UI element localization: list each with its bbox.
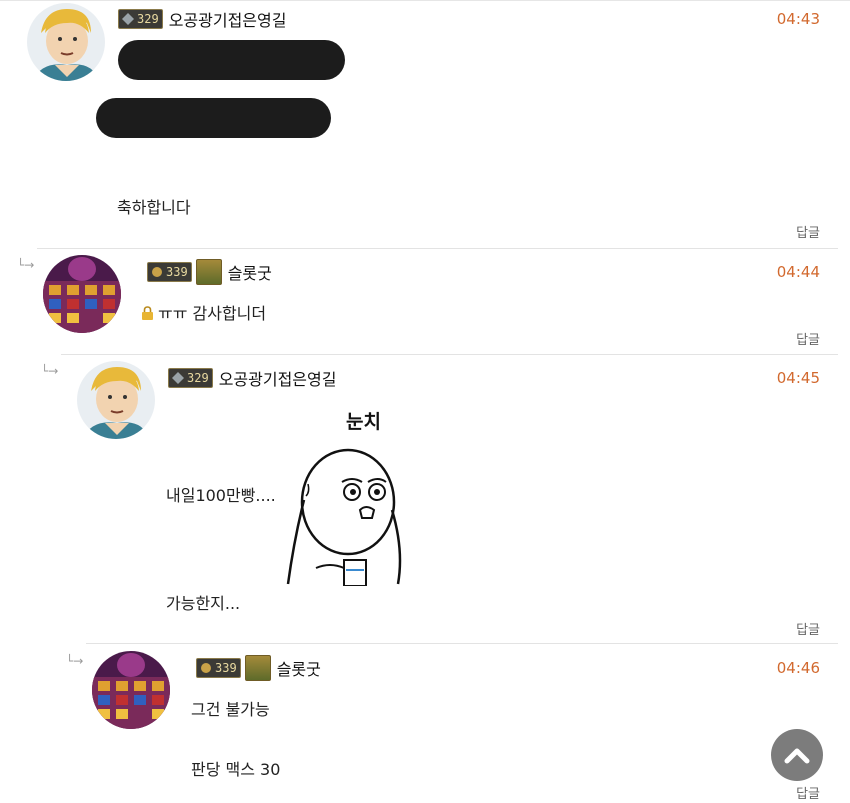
redaction-mark [118, 40, 345, 80]
sticker-caption: 눈치 [346, 411, 381, 433]
comment-header: 339 슬롯굿 [147, 259, 272, 285]
cartoon-man-avatar-image [27, 3, 105, 81]
level-badge: 329 [168, 368, 213, 388]
comment-time: 04:45 [776, 369, 820, 387]
level-gem-icon [122, 13, 134, 25]
avatar[interactable] [92, 651, 170, 729]
slot-game-avatar-image [43, 255, 121, 333]
level-badge: 339 [147, 262, 192, 282]
sticker-image: 눈치 [280, 400, 405, 587]
level-badge: 339 [196, 658, 241, 678]
cartoon-man-avatar-image [77, 361, 155, 439]
level-number: 339 [215, 661, 237, 675]
comment-time: 04:46 [776, 659, 820, 677]
chevron-up-icon [784, 748, 810, 764]
level-gem-icon [152, 267, 162, 277]
comment-time: 04:43 [776, 10, 820, 28]
scroll-top-button[interactable] [771, 729, 823, 781]
title-badge-icon [244, 655, 271, 681]
slot-game-avatar-image [92, 651, 170, 729]
comment-text: ㅠㅠ 감사합니더 [158, 304, 267, 323]
comment-item: 329 오공광기접은영길 04:43 축하합니다 답글 [0, 0, 850, 249]
lock-icon [142, 306, 153, 320]
reply-button[interactable]: 답글 [796, 329, 820, 348]
nickname[interactable]: 슬롯굿 [277, 656, 321, 680]
level-number: 329 [187, 371, 209, 385]
redaction-mark [96, 98, 331, 138]
level-number: 329 [137, 12, 159, 26]
nickname[interactable]: 오공광기접은영길 [169, 7, 287, 31]
comment-divider [61, 354, 838, 355]
reply-arrow-icon: └→ [17, 258, 35, 272]
comment-text: 판당 맥스 30 [191, 760, 281, 779]
avatar[interactable] [77, 361, 155, 439]
level-badge: 329 [118, 9, 163, 29]
reply-arrow-icon: └→ [66, 654, 84, 668]
comment-header: 329 오공광기접은영길 [168, 366, 336, 390]
comment-text-row: ㅠㅠ 감사합니더 [141, 300, 266, 324]
reply-button[interactable]: 답글 [796, 783, 820, 802]
reply-button[interactable]: 답글 [796, 222, 820, 241]
comment-time: 04:44 [776, 263, 820, 281]
comment-divider [86, 643, 838, 644]
avatar[interactable] [27, 3, 105, 81]
level-number: 339 [166, 265, 188, 279]
nickname[interactable]: 오공광기접은영길 [219, 366, 337, 390]
nickname[interactable]: 슬롯굿 [228, 260, 272, 284]
comment-text: 축하합니다 [117, 198, 191, 217]
title-badge-icon [195, 259, 222, 285]
comment-text: 가능한지... [166, 594, 241, 613]
comment-header: 329 오공광기접은영길 [118, 7, 286, 31]
level-gem-icon [172, 372, 184, 384]
comment-text: 내일100만빵.... [166, 486, 276, 505]
reply-button[interactable]: 답글 [796, 619, 820, 638]
reply-arrow-icon: └→ [41, 364, 59, 378]
level-gem-icon [201, 663, 211, 673]
comment-divider [37, 248, 838, 249]
comment-header: 339 슬롯굿 [196, 655, 321, 681]
nervous-face-sticker: 눈치 [286, 411, 402, 587]
comment-text: 그건 불가능 [191, 700, 270, 719]
avatar[interactable] [43, 255, 121, 333]
